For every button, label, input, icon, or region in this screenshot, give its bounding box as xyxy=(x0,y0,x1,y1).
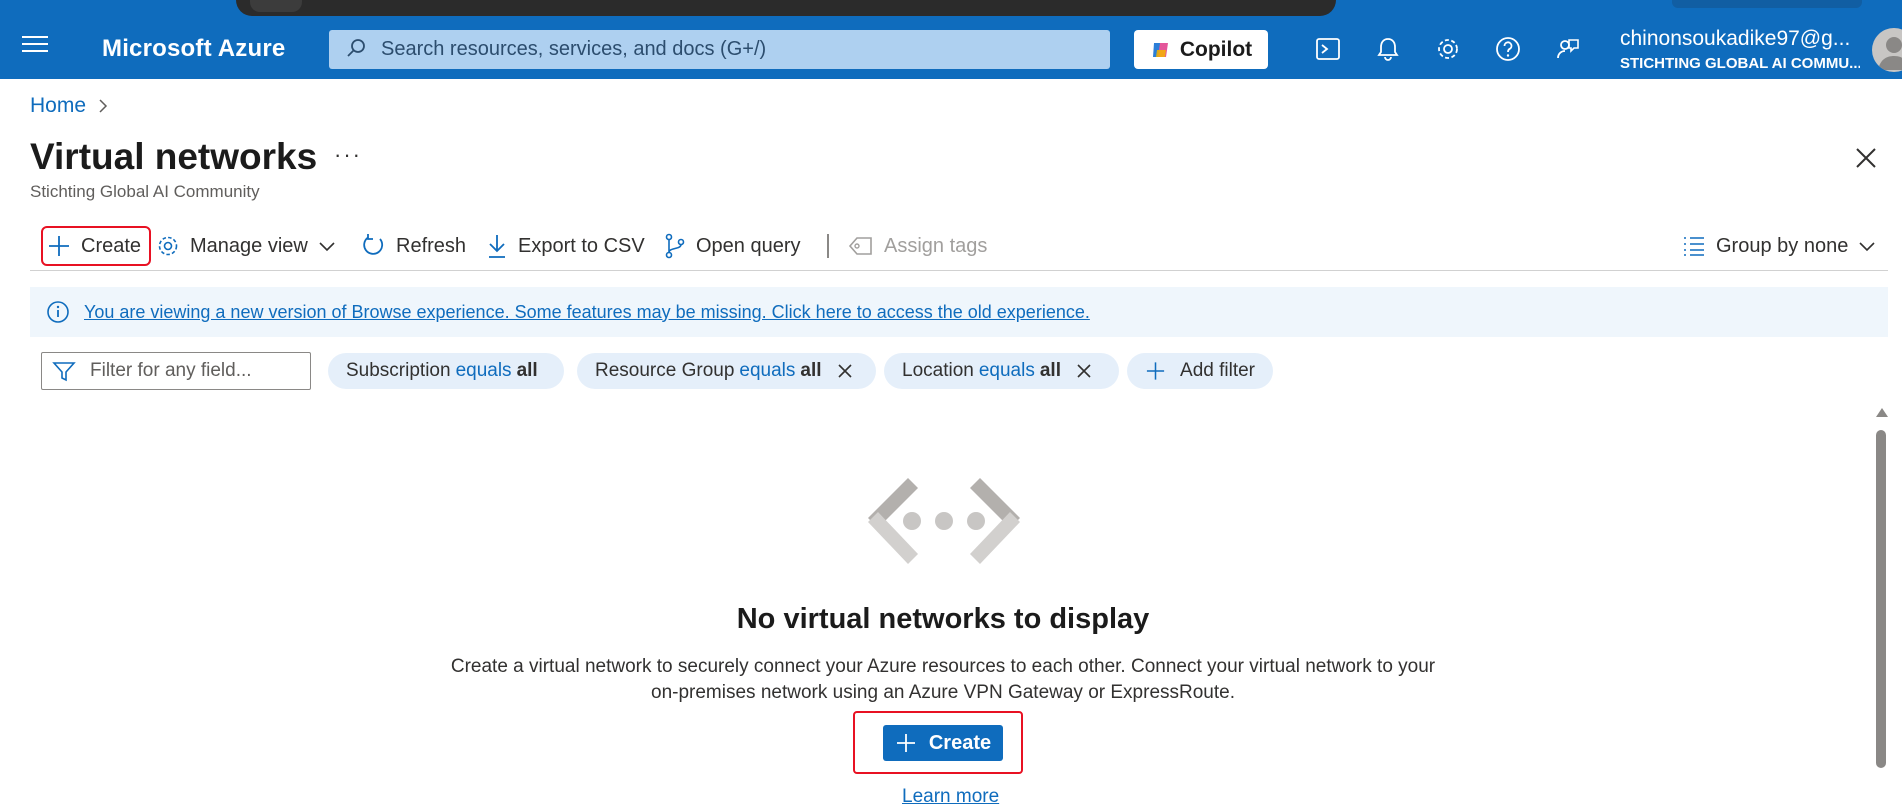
scroll-up-arrow[interactable] xyxy=(1876,408,1888,417)
copilot-button[interactable]: Copilot xyxy=(1134,30,1268,69)
filter-pill-value: all xyxy=(516,360,538,381)
assign-tags-label: Assign tags xyxy=(884,234,988,257)
account-email: chinonsoukadike97@g... xyxy=(1620,27,1851,50)
help-icon[interactable] xyxy=(1493,34,1523,64)
more-options-button[interactable]: ··· xyxy=(334,142,362,168)
breadcrumb: Home xyxy=(30,94,108,118)
filter-pill-value: all xyxy=(1039,360,1061,381)
toolbar-divider xyxy=(827,234,829,258)
filter-pill-value: all xyxy=(800,360,822,381)
filter-pill-field: Location xyxy=(902,360,974,381)
close-icon[interactable] xyxy=(1852,144,1880,172)
create-primary-label: Create xyxy=(928,731,992,754)
gear-icon[interactable] xyxy=(1433,34,1463,64)
export-csv-label: Export to CSV xyxy=(518,234,645,257)
filter-pill-resource-group[interactable]: Resource Group equals all xyxy=(577,353,876,389)
user-avatar-icon xyxy=(1878,37,1902,70)
search-icon xyxy=(347,39,365,57)
manage-view-label: Manage view xyxy=(190,234,308,257)
remove-filter-icon[interactable] xyxy=(1075,362,1093,380)
add-filter-label: Add filter xyxy=(1180,360,1255,381)
search-input[interactable] xyxy=(379,37,1110,62)
virtual-network-icon xyxy=(868,478,1020,564)
browser-strip xyxy=(236,0,1336,16)
cloud-shell-icon[interactable] xyxy=(1313,34,1343,64)
create-label: Create xyxy=(81,234,142,257)
filter-pill-operator: equals xyxy=(978,360,1035,381)
plus-icon xyxy=(49,236,69,256)
manage-view-button[interactable]: Manage view xyxy=(156,228,336,264)
breadcrumb-home-link[interactable]: Home xyxy=(30,94,86,118)
filter-pill-subscription[interactable]: Subscription equals all xyxy=(328,353,564,389)
query-icon xyxy=(665,233,685,259)
group-by-dropdown[interactable]: Group by none xyxy=(1682,228,1876,264)
gear-icon xyxy=(158,236,178,256)
filter-icon xyxy=(52,362,76,382)
refresh-icon xyxy=(363,234,384,255)
command-bar: Create Manage view Refresh Export to CSV xyxy=(30,222,1888,271)
plus-icon xyxy=(1146,362,1165,380)
list-icon xyxy=(1684,237,1704,256)
account-menu[interactable]: chinonsoukadike97@g... STICHTING GLOBAL … xyxy=(1620,27,1860,72)
create-button[interactable]: Create xyxy=(40,226,152,266)
filter-pill-operator: equals xyxy=(739,360,796,381)
create-primary-button[interactable]: Create xyxy=(883,725,1003,761)
add-filter-button[interactable]: Add filter xyxy=(1127,353,1273,389)
brand-title[interactable]: Microsoft Azure xyxy=(102,35,285,63)
content-scrollbar[interactable] xyxy=(1874,408,1888,796)
filter-pill-field: Subscription xyxy=(346,360,451,381)
avatar[interactable] xyxy=(1872,28,1902,72)
empty-state-line-2: on-premises network using an Azure VPN G… xyxy=(651,682,1235,703)
filter-pill-location[interactable]: Location equals all xyxy=(884,353,1119,389)
filter-pill-field: Resource Group xyxy=(595,360,735,381)
remove-filter-icon[interactable] xyxy=(836,362,854,380)
empty-state-line-1: Create a virtual network to securely con… xyxy=(450,656,1436,677)
feedback-icon[interactable] xyxy=(1553,34,1583,64)
global-search[interactable] xyxy=(329,30,1110,69)
chevron-right-icon xyxy=(99,99,108,113)
browser-tab[interactable] xyxy=(250,0,302,12)
copilot-label: Copilot xyxy=(1179,37,1253,61)
export-csv-button[interactable]: Export to CSV xyxy=(486,228,645,264)
old-experience-link[interactable]: You are viewing a new version of Browse … xyxy=(84,302,1090,323)
open-query-label: Open query xyxy=(696,234,801,257)
tag-icon xyxy=(848,237,872,255)
top-bar: Microsoft Azure Copilot xyxy=(0,0,1902,79)
account-tenant: STICHTING GLOBAL AI COMMU... xyxy=(1620,55,1860,72)
refresh-label: Refresh xyxy=(396,234,467,257)
empty-state-description: Create a virtual network to securely con… xyxy=(430,654,1456,706)
download-icon xyxy=(489,235,505,258)
filter-input[interactable] xyxy=(88,359,292,383)
bell-icon[interactable] xyxy=(1373,34,1403,64)
browser-strip-button[interactable] xyxy=(1672,0,1862,8)
filter-pill-operator: equals xyxy=(455,360,512,381)
chevron-down-icon xyxy=(1859,242,1875,252)
filter-box[interactable] xyxy=(41,352,311,390)
refresh-button[interactable]: Refresh xyxy=(360,228,466,264)
info-icon xyxy=(47,301,69,323)
open-query-button[interactable]: Open query xyxy=(664,228,801,264)
copilot-icon xyxy=(1152,42,1168,57)
portal-menu-button[interactable] xyxy=(22,36,48,54)
empty-state-title: No virtual networks to display xyxy=(736,603,1150,635)
assign-tags-button[interactable]: Assign tags xyxy=(848,228,987,264)
group-by-label: Group by none xyxy=(1716,234,1849,257)
page-title: Virtual networks xyxy=(30,136,318,177)
info-banner: You are viewing a new version of Browse … xyxy=(30,287,1888,337)
page-subtitle: Stichting Global AI Community xyxy=(30,182,260,201)
learn-more-link[interactable]: Learn more xyxy=(902,786,999,808)
scroll-thumb[interactable] xyxy=(1876,430,1886,768)
chevron-down-icon xyxy=(319,242,335,252)
plus-icon xyxy=(896,734,915,752)
